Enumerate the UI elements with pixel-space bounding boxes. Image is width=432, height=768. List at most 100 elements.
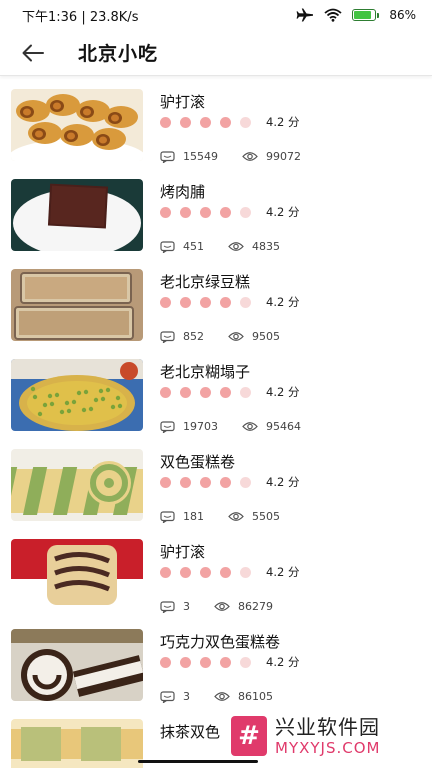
battery-icon	[352, 9, 380, 21]
watermark: # 兴业软件园 MYXYJS.COM	[229, 706, 432, 766]
rating-dot-empty	[240, 566, 251, 578]
food-thumbnail[interactable]	[11, 719, 143, 768]
list-item[interactable]: 双色蛋糕卷 4.2 分 181 5505	[0, 443, 432, 533]
rating-dot-empty	[240, 296, 251, 308]
rating-dot-filled	[180, 656, 191, 668]
rating-dot-filled	[220, 386, 231, 398]
eye-icon	[214, 601, 230, 612]
comment-icon	[160, 150, 175, 163]
item-title[interactable]: 老北京绿豆糕	[160, 271, 250, 292]
rating: 4.2 分	[160, 384, 299, 400]
comment-count: 3	[183, 600, 190, 613]
comment-count: 181	[183, 510, 204, 523]
rating-score: 4.2 分	[266, 565, 300, 579]
item-stats: 181 5505	[160, 510, 304, 523]
item-title[interactable]: 烤肉脯	[160, 181, 205, 202]
item-title[interactable]: 老北京糊塌子	[160, 361, 250, 382]
item-stats: 19703 95464	[160, 420, 325, 433]
item-title[interactable]: 双色蛋糕卷	[160, 451, 235, 472]
rating-dot-filled	[200, 476, 211, 488]
rating-score: 4.2 分	[266, 385, 300, 399]
rating-dot-filled	[220, 656, 231, 668]
rating-score: 4.2 分	[266, 475, 300, 489]
airplane-icon	[296, 8, 314, 22]
list-item[interactable]: 驴打滚 4.2 分 15549 99072	[0, 83, 432, 173]
list-item[interactable]: 老北京绿豆糕 4.2 分 852 9505	[0, 263, 432, 353]
rating-score: 4.2 分	[266, 295, 300, 309]
rating-score: 4.2 分	[266, 205, 300, 219]
status-time-speed: 下午1:36 | 23.8K/s	[22, 9, 139, 25]
rating-dot-empty	[240, 386, 251, 398]
rating-score: 4.2 分	[266, 115, 300, 129]
rating-dot-filled	[180, 296, 191, 308]
comment-icon	[160, 510, 175, 523]
item-stats: 15549 99072	[160, 150, 325, 163]
rating-dot-empty	[240, 656, 251, 668]
back-button[interactable]	[18, 38, 48, 68]
page-title: 北京小吃	[78, 43, 159, 65]
comment-count: 852	[183, 330, 204, 343]
item-title[interactable]: 驴打滚	[160, 541, 205, 562]
watermark-name: 兴业软件园	[275, 715, 380, 739]
food-thumbnail[interactable]	[11, 629, 143, 701]
item-stats: 3 86105	[160, 690, 297, 703]
list-item[interactable]: 烤肉脯 4.2 分 451 4835	[0, 173, 432, 263]
rating-dot-filled	[180, 386, 191, 398]
home-indicator[interactable]	[138, 760, 258, 763]
rating: 4.2 分	[160, 114, 299, 130]
rating-dot-filled	[160, 476, 171, 488]
food-thumbnail[interactable]	[11, 179, 143, 251]
rating-dot-filled	[220, 206, 231, 218]
view-count: 4835	[252, 240, 280, 253]
comment-icon	[160, 420, 175, 433]
food-thumbnail[interactable]	[11, 89, 143, 161]
food-thumbnail[interactable]	[11, 539, 143, 611]
rating-dot-filled	[200, 566, 211, 578]
rating-dot-filled	[200, 206, 211, 218]
view-count: 86279	[238, 600, 273, 613]
arrow-left-icon	[22, 44, 44, 61]
rating-dot-filled	[160, 206, 171, 218]
list-item[interactable]: 巧克力双色蛋糕卷 4.2 分 3 86105	[0, 623, 432, 713]
item-title[interactable]: 抹茶双色	[160, 721, 220, 742]
battery-percentage: 86%	[389, 8, 416, 22]
rating: 4.2 分	[160, 204, 299, 220]
item-title[interactable]: 巧克力双色蛋糕卷	[160, 631, 280, 652]
status-bar: 下午1:36 | 23.8K/s 86%	[0, 0, 432, 30]
eye-icon	[228, 331, 244, 342]
view-count: 99072	[266, 150, 301, 163]
item-stats: 852 9505	[160, 330, 304, 343]
food-thumbnail[interactable]	[11, 449, 143, 521]
rating-dot-filled	[180, 566, 191, 578]
comment-count: 19703	[183, 420, 218, 433]
rating-score: 4.2 分	[266, 655, 300, 669]
comment-icon	[160, 330, 175, 343]
wifi-icon	[324, 8, 342, 22]
list-item[interactable]: 老北京糊塌子 4.2 分 19703 95464	[0, 353, 432, 443]
rating-dot-filled	[180, 206, 191, 218]
rating-dot-filled	[180, 116, 191, 128]
rating-dot-filled	[220, 116, 231, 128]
rating-dot-filled	[160, 386, 171, 398]
rating-dot-filled	[220, 476, 231, 488]
rating-dot-filled	[220, 296, 231, 308]
rating-dot-filled	[200, 386, 211, 398]
eye-icon	[242, 421, 258, 432]
view-count: 95464	[266, 420, 301, 433]
comment-icon	[160, 600, 175, 613]
item-title[interactable]: 驴打滚	[160, 91, 205, 112]
comment-icon	[160, 690, 175, 703]
food-thumbnail[interactable]	[11, 359, 143, 431]
rating: 4.2 分	[160, 654, 299, 670]
app-bar: 北京小吃	[0, 30, 432, 76]
rating-dot-empty	[240, 206, 251, 218]
rating-dot-filled	[160, 566, 171, 578]
comment-icon	[160, 240, 175, 253]
list-item[interactable]: 驴打滚 4.2 分 3 86279	[0, 533, 432, 623]
view-count: 86105	[238, 690, 273, 703]
rating-dot-empty	[240, 476, 251, 488]
view-count: 5505	[252, 510, 280, 523]
food-thumbnail[interactable]	[11, 269, 143, 341]
eye-icon	[228, 511, 244, 522]
snack-list[interactable]: 驴打滚 4.2 分 15549 99072 烤肉脯 4.2 分 451 4835 老北京绿豆糕 4…	[0, 77, 432, 768]
